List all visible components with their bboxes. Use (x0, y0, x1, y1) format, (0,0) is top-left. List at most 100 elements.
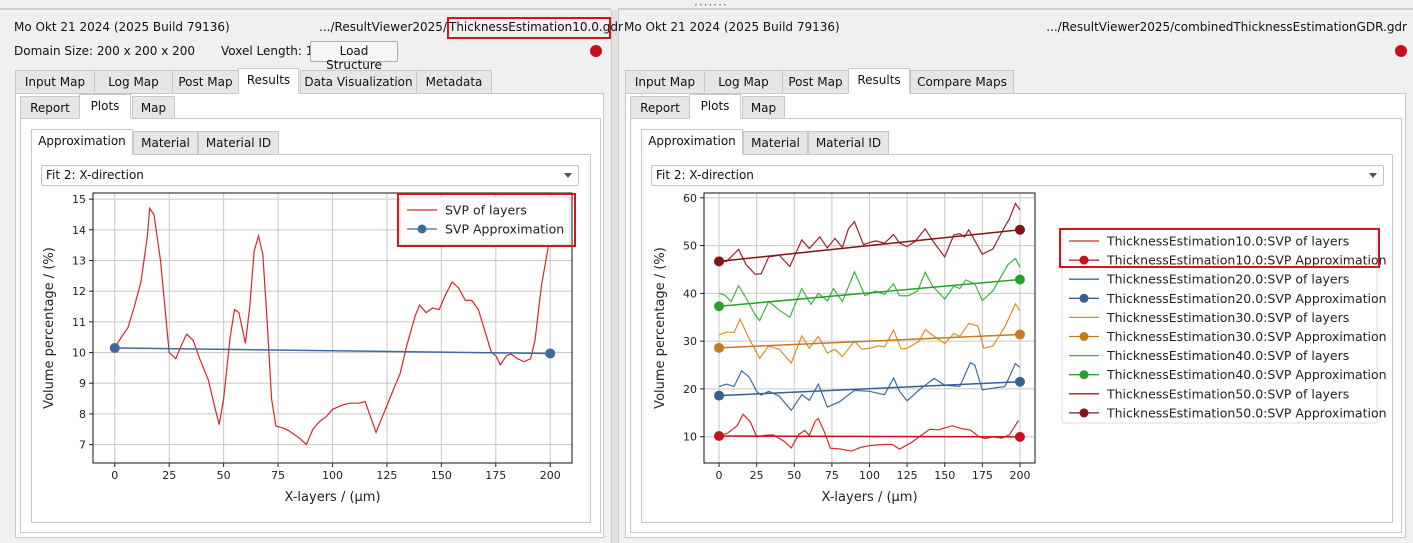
plot-tab-approximation[interactable]: Approximation (641, 129, 743, 155)
series-marker-5 (714, 342, 725, 353)
y-tick-label: 60 (683, 192, 697, 205)
highlight-box (447, 17, 611, 39)
tab-results[interactable]: Results (848, 68, 910, 94)
legend-marker-icon (1079, 293, 1089, 303)
x-tick-label: 0 (716, 469, 723, 482)
y-tick-label: 50 (683, 240, 697, 253)
subtab-plots[interactable]: Plots (689, 94, 741, 119)
tab-input-map[interactable]: Input Map (15, 70, 95, 94)
y-tick-label: 14 (72, 224, 86, 237)
tab-results[interactable]: Results (238, 68, 299, 94)
fit-select[interactable]: Fit 2: X-direction (41, 165, 579, 186)
subtab-report[interactable]: Report (20, 96, 80, 119)
series-marker-9 (714, 256, 725, 267)
subtab-map[interactable]: Map (132, 96, 175, 119)
plot-tab-material-id[interactable]: Material ID (198, 131, 279, 155)
legend-entry: ThicknessEstimation40.0:SVP of layers (1106, 348, 1349, 363)
y-tick-label: 7 (79, 439, 86, 452)
legend-entry: ThicknessEstimation20.0:SVP Approximatio… (1106, 291, 1387, 306)
x-tick-label: 200 (1009, 469, 1030, 482)
x-axis-label: X-layers / (µm) (821, 490, 917, 505)
series-marker-7 (714, 301, 725, 312)
legend-entry: ThicknessEstimation40.0:SVP Approximatio… (1106, 367, 1387, 382)
plot-tab-material-id[interactable]: Material ID (808, 131, 889, 155)
splitter-handle-top[interactable]: ······· (694, 0, 728, 12)
y-tick-label: 8 (79, 408, 86, 421)
tab-post-map[interactable]: Post Map (172, 70, 239, 94)
legend-entry: ThicknessEstimation50.0:SVP of layers (1106, 386, 1349, 401)
legend-marker-icon (1079, 370, 1089, 380)
domain-size: Domain Size: 200 x 200 x 200 (14, 44, 196, 58)
series-marker-1 (714, 431, 725, 441)
tab-compare-maps[interactable]: Compare Maps (910, 70, 1014, 94)
fit-select[interactable]: Fit 2: X-direction (651, 165, 1384, 186)
x-axis-label: X-layers / (µm) (284, 490, 380, 505)
series-marker-1 (109, 342, 120, 353)
series-marker-9 (1014, 224, 1025, 235)
x-tick-label: 25 (162, 469, 176, 482)
x-tick-label: 150 (431, 469, 452, 482)
x-tick-label: 150 (934, 469, 955, 482)
legend-entry: ThicknessEstimation20.0:SVP of layers (1106, 272, 1349, 287)
file-path-prefix: .../ResultViewer2025/ (319, 20, 447, 34)
series-marker-5 (1014, 329, 1025, 340)
legend-entry: ThicknessEstimation10.0:SVP of layers (1106, 234, 1349, 249)
series-marker-1 (545, 348, 556, 359)
plot-tab-approximation[interactable]: Approximation (31, 129, 133, 155)
legend-marker-icon (1079, 255, 1089, 265)
legend-entry: ThicknessEstimation30.0:SVP of layers (1106, 310, 1349, 325)
legend-marker-icon (1079, 332, 1089, 341)
tab-data-visualization[interactable]: Data Visualization (300, 70, 417, 94)
legend-marker-icon (417, 224, 427, 234)
legend-entry: ThicknessEstimation50.0:SVP Approximatio… (1106, 405, 1387, 420)
plot-tab-material[interactable]: Material (133, 131, 198, 155)
plot-tab-material[interactable]: Material (743, 131, 808, 155)
y-axis-label: Volume percentage / (%) (653, 247, 668, 409)
y-tick-label: 9 (79, 377, 86, 390)
subtab-plots[interactable]: Plots (79, 94, 131, 119)
chevron-down-icon (564, 173, 572, 178)
status-indicator-icon (590, 45, 602, 57)
y-axis-label: Volume percentage / (%) (42, 247, 57, 409)
x-tick-label: 25 (750, 469, 764, 482)
series-marker-1 (1014, 431, 1025, 442)
x-tick-label: 75 (825, 469, 839, 482)
fit-select-value: Fit 2: X-direction (656, 168, 754, 182)
series-marker-3 (714, 390, 725, 401)
y-tick-label: 12 (72, 285, 86, 298)
y-tick-label: 15 (72, 193, 86, 206)
tab-input-map[interactable]: Input Map (625, 70, 705, 94)
load-structure-button[interactable]: Load Structure (310, 41, 398, 72)
y-tick-label: 10 (683, 431, 697, 444)
y-tick-label: 40 (683, 287, 697, 300)
legend-entry: SVP Approximation (445, 222, 564, 237)
y-tick-label: 13 (72, 255, 86, 268)
x-tick-label: 175 (485, 469, 506, 482)
x-tick-label: 100 (859, 469, 880, 482)
x-tick-label: 175 (972, 469, 993, 482)
legend-marker-icon (1079, 408, 1089, 418)
legend-entry: SVP of layers (445, 203, 527, 218)
tab-post-map[interactable]: Post Map (782, 70, 849, 94)
series-line-1 (719, 435, 1020, 438)
status-indicator-icon (1395, 45, 1407, 57)
left-chart: 0 25 50 75 100 125 150 175 200 7 8 9 10 11 12 13 14 15 X-l… (42, 192, 576, 505)
x-tick-label: 75 (271, 469, 285, 482)
right-chart: 0 25 50 75 100 125 150 175 200 10 20 30 40 50 60 X-laye… (653, 192, 1387, 505)
build-info: Mo Okt 21 2024 (2025 Build 79136) (14, 20, 230, 34)
x-tick-label: 50 (217, 469, 231, 482)
tab-metadata[interactable]: Metadata (416, 70, 492, 94)
x-tick-label: 200 (540, 469, 561, 482)
build-info: Mo Okt 21 2024 (2025 Build 79136) (624, 20, 840, 34)
chevron-down-icon (1369, 173, 1377, 178)
series-marker-3 (1014, 376, 1025, 387)
tab-log-map[interactable]: Log Map (94, 70, 173, 94)
tab-log-map[interactable]: Log Map (704, 70, 783, 94)
y-tick-label: 10 (72, 347, 86, 360)
subtab-report[interactable]: Report (630, 96, 690, 119)
file-path: .../ResultViewer2025/combinedThicknessEs… (1046, 20, 1407, 34)
y-tick-label: 11 (72, 316, 86, 329)
x-tick-label: 50 (787, 469, 801, 482)
x-tick-label: 125 (897, 469, 918, 482)
subtab-map[interactable]: Map (742, 96, 785, 119)
